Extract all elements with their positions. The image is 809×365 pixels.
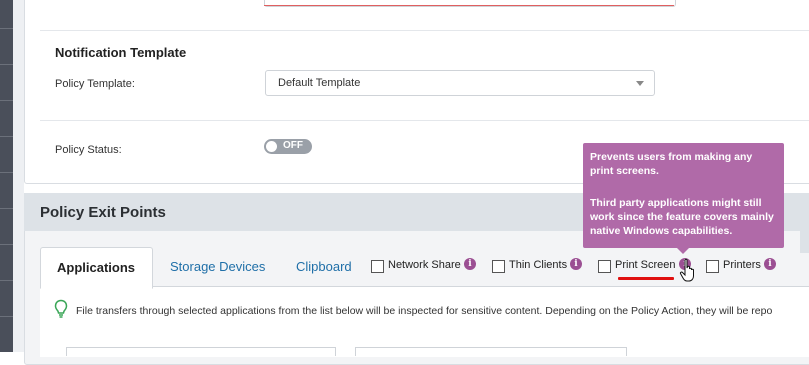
tab-storage-devices[interactable]: Storage Devices — [170, 259, 265, 274]
tooltip-arrow — [677, 248, 689, 254]
printers-checkbox[interactable] — [706, 260, 719, 273]
tab-clipboard[interactable]: Clipboard — [296, 259, 352, 274]
network-share-label: Network Share — [388, 259, 461, 271]
page-gutter — [13, 0, 24, 352]
info-circle-icon[interactable]: i — [464, 258, 476, 270]
header-edge — [800, 193, 809, 253]
policy-status-label: Policy Status: — [55, 144, 122, 156]
applications-notice-text: File transfers through selected applicat… — [76, 305, 773, 317]
policy-status-toggle[interactable]: OFF — [264, 139, 312, 154]
info-circle-icon[interactable]: i — [764, 258, 776, 270]
field-error-line — [264, 5, 674, 6]
notification-template-heading: Notification Template — [55, 45, 187, 60]
print-screen-highlight — [618, 277, 674, 280]
info-circle-icon[interactable]: i — [570, 258, 582, 270]
chevron-down-icon — [636, 81, 644, 86]
left-navigation-rail — [0, 0, 13, 352]
thin-clients-checkbox[interactable] — [492, 260, 505, 273]
tooltip-line-1: Prevents users from making any print scr… — [590, 151, 753, 177]
policy-template-value: Default Template — [278, 77, 361, 89]
tab-label: Applications — [57, 260, 136, 275]
toggle-state-text: OFF — [283, 140, 303, 151]
policy-template-select[interactable]: Default Template — [265, 70, 655, 96]
print-screen-checkbox[interactable] — [598, 260, 611, 273]
section-divider — [40, 120, 809, 121]
tab-applications[interactable]: Applications — [40, 247, 153, 289]
thin-clients-label: Thin Clients — [509, 259, 568, 271]
print-screen-label: Print Screen — [615, 259, 676, 271]
lightbulb-icon — [54, 299, 68, 318]
tooltip-line-2: Third party applications might still wor… — [590, 197, 774, 237]
network-share-checkbox[interactable] — [371, 260, 384, 273]
print-screen-tooltip: Prevents users from making any print scr… — [583, 143, 784, 254]
toggle-knob — [266, 141, 277, 152]
section-divider — [40, 30, 809, 31]
tabs-baseline — [40, 286, 809, 287]
printers-label: Printers — [723, 259, 761, 271]
hand-pointer-icon — [679, 258, 694, 282]
exit-points-title: Policy Exit Points — [40, 204, 166, 221]
policy-template-label: Policy Template: — [55, 78, 135, 90]
